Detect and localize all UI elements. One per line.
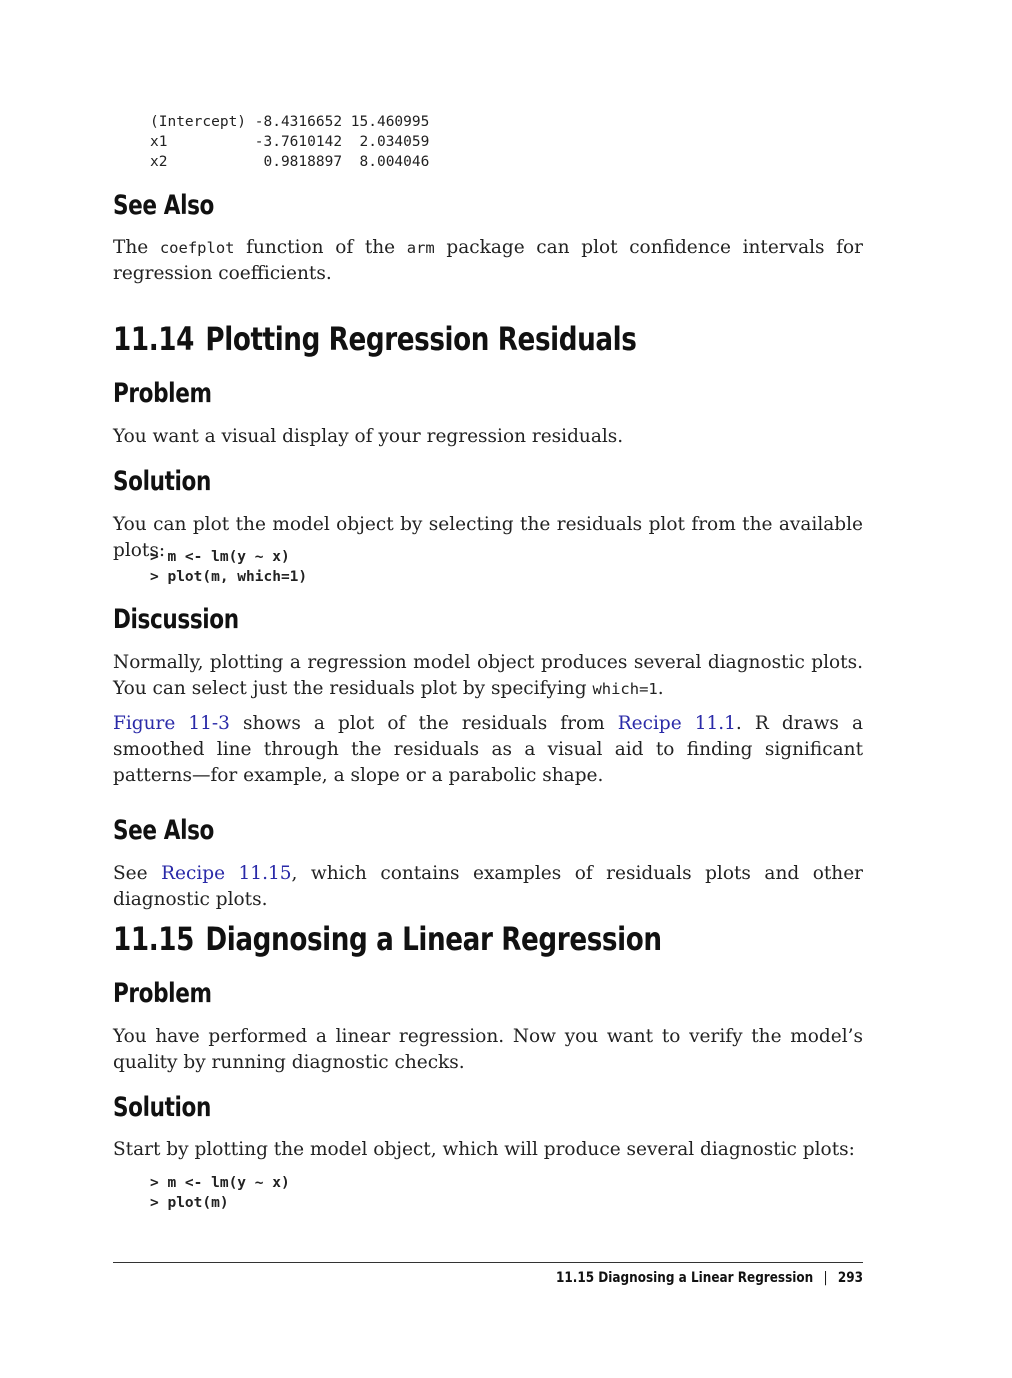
coefficient-output-code: (Intercept) -8.4316652 15.460995 x1 -3.7… — [150, 112, 429, 172]
text: Normally, plotting a regression model ob… — [113, 652, 863, 699]
problem-heading: Problem — [113, 378, 212, 409]
code-line: x1 -3.7610142 2.034059 — [150, 134, 430, 150]
text: function of the — [234, 237, 407, 258]
see-also-heading: See Also — [113, 815, 214, 846]
inline-code: arm — [406, 239, 435, 257]
solution-heading: Solution — [113, 1092, 211, 1123]
problem-paragraph: You have performed a linear regression. … — [113, 1026, 863, 1073]
code-line: x2 0.9818897 8.004046 — [150, 154, 430, 170]
text: The — [113, 237, 160, 258]
text: See — [113, 863, 162, 884]
see-also-heading: See Also — [113, 190, 214, 221]
discussion-paragraph-1: Normally, plotting a regression model ob… — [113, 650, 863, 702]
problem-heading: Problem — [113, 978, 212, 1009]
text: shows a plot of the residuals from — [229, 713, 618, 734]
solution-code: > m <- lm(y ~ x) > plot(m, which=1) — [150, 549, 308, 585]
solution-paragraph: Start by plotting the model object, whic… — [113, 1139, 855, 1160]
recipe-11-1-link[interactable]: Recipe 11.1 — [618, 713, 736, 734]
section-title-text: Diagnosing a Linear Regression — [205, 920, 662, 958]
page-number: 293 — [837, 1270, 863, 1286]
section-title-text: Plotting Regression Residuals — [205, 320, 637, 358]
section-title-11-14: 11.14 Plotting Regression Residuals — [113, 320, 637, 358]
footer-separator: | — [823, 1270, 828, 1286]
inline-code: coefplot — [159, 239, 235, 257]
book-page: (Intercept) -8.4316652 15.460995 x1 -3.7… — [113, 0, 863, 1378]
solution-heading: Solution — [113, 466, 211, 497]
running-head: 11.15 Diagnosing a Linear Regression — [555, 1270, 814, 1286]
figure-11-3-link[interactable]: Figure 11-3 — [113, 713, 230, 734]
section-number: 11.14 — [113, 320, 194, 358]
section-title-11-15: 11.15 Diagnosing a Linear Regression — [113, 920, 662, 958]
problem-paragraph: You want a visual display of your regres… — [113, 426, 624, 447]
recipe-11-15-link[interactable]: Recipe 11.15 — [161, 863, 291, 884]
see-also-paragraph: The coefplot function of the arm package… — [113, 235, 863, 287]
page-footer: 11.15 Diagnosing a Linear Regression | 293 — [556, 1270, 863, 1286]
inline-code: which=1 — [592, 680, 658, 698]
discussion-heading: Discussion — [113, 604, 239, 635]
section-number: 11.15 — [113, 920, 194, 958]
footer-rule — [113, 1262, 863, 1263]
see-also-paragraph: See Recipe 11.15, which contains example… — [113, 861, 863, 913]
text: . — [657, 678, 664, 699]
solution-code: > m <- lm(y ~ x) > plot(m) — [150, 1175, 290, 1211]
code-line: (Intercept) -8.4316652 15.460995 — [150, 114, 430, 130]
discussion-paragraph-2: Figure 11-3 shows a plot of the residual… — [113, 711, 863, 789]
